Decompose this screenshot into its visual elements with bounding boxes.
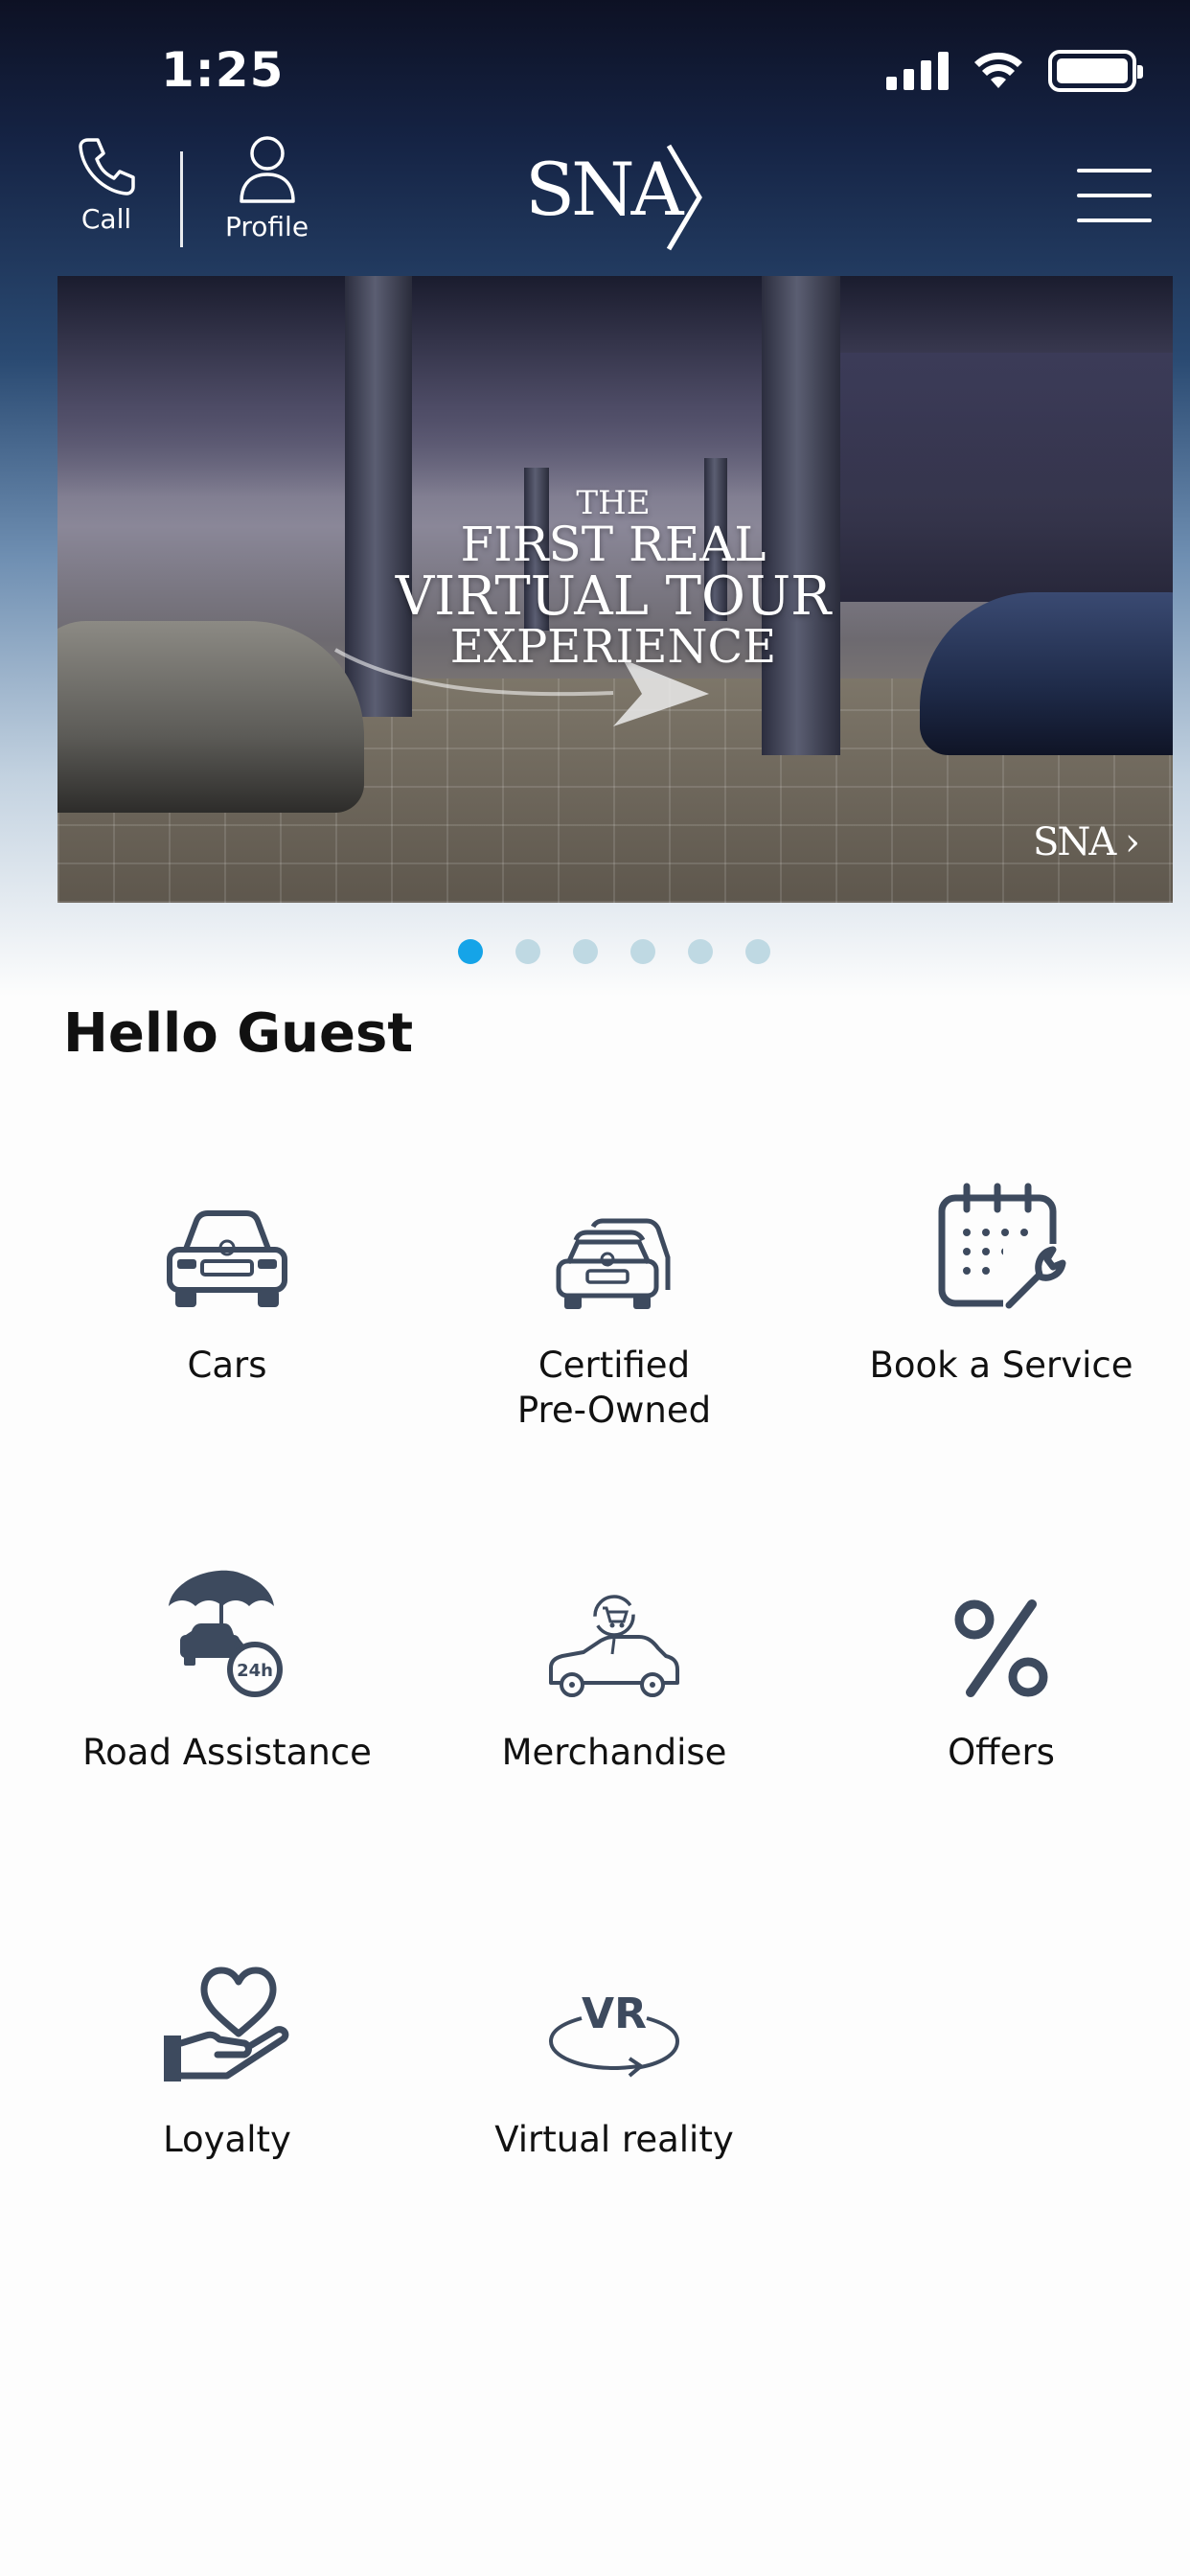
car-cart-icon — [549, 1595, 679, 1697]
tile-label: Virtual reality — [494, 2119, 734, 2160]
tile-label: Book a Service — [869, 1345, 1133, 1386]
tile-virtual-reality[interactable]: VR Virtual reality — [442, 1942, 787, 2163]
banner-line-1: THE — [576, 484, 651, 522]
tile-label: Merchandise — [501, 1732, 727, 1773]
status-time: 1:25 — [161, 42, 285, 98]
banner-line-2: FIRST REAL — [460, 516, 767, 572]
call-button[interactable]: Call — [75, 134, 138, 235]
cellular-signal-icon — [886, 52, 949, 90]
heart-hand-icon — [164, 1966, 289, 2082]
tile-label: Certified Pre-Owned — [516, 1345, 712, 1431]
header-divider — [180, 151, 183, 247]
vr-icon-text: VR — [582, 1990, 647, 2038]
banner-glass-wall — [795, 353, 1173, 602]
tile-label: Cars — [187, 1345, 267, 1386]
logo-chevron-icon — [666, 144, 702, 251]
tile-cars[interactable]: Cars — [55, 1167, 400, 1389]
svg-text:24h: 24h — [237, 1661, 273, 1681]
cars-stack-icon — [556, 1218, 671, 1309]
profile-label: Profile — [225, 211, 309, 242]
banner-logo-chevron-icon: › — [1125, 820, 1140, 864]
carousel-dot[interactable] — [573, 939, 598, 964]
tile-label: Loyalty — [163, 2119, 291, 2160]
promo-banner[interactable]: THE FIRST REAL VIRTUAL TOUR EXPERIENCE S… — [57, 276, 1173, 903]
menu-line — [1077, 194, 1152, 197]
banner-logo-text: SNA — [1033, 820, 1116, 864]
tile-offers[interactable]: Offers — [829, 1554, 1174, 1776]
banner-line-4: EXPERIENCE — [449, 619, 777, 674]
call-label: Call — [80, 203, 132, 235]
tile-loyalty[interactable]: Loyalty — [55, 1942, 400, 2163]
tile-road-assistance[interactable]: 24h Road Assistance — [55, 1554, 400, 1776]
carousel-pagination — [458, 939, 770, 964]
banner-car-left — [57, 621, 364, 813]
tile-label: Offers — [948, 1732, 1055, 1773]
tile-book-a-service[interactable]: Book a Service — [829, 1167, 1174, 1389]
header-actions: Call Profile — [75, 134, 309, 247]
tile-merchandise[interactable]: Merchandise — [442, 1554, 787, 1776]
brand-logo[interactable]: SNA — [525, 142, 707, 253]
carousel-dot[interactable] — [515, 939, 540, 964]
banner-line-3: VIRTUAL TOUR — [395, 564, 832, 628]
umbrella-car-24h-icon: 24h — [169, 1570, 283, 1697]
carousel-dot[interactable] — [745, 939, 770, 964]
menu-line — [1077, 218, 1152, 222]
carousel-dot[interactable] — [630, 939, 655, 964]
status-icons — [886, 50, 1143, 92]
phone-icon — [79, 138, 135, 196]
banner-logo: SNA › — [1033, 820, 1140, 864]
tile-certified-pre-owned[interactable]: Certified Pre-Owned — [442, 1167, 787, 1434]
greeting-title: Hello Guest — [63, 1002, 414, 1065]
tile-label: Road Assistance — [82, 1732, 372, 1773]
profile-button[interactable]: Profile — [225, 134, 309, 242]
menu-line — [1077, 169, 1152, 172]
carousel-dot[interactable] — [688, 939, 713, 964]
calendar-wrench-icon — [938, 1183, 1066, 1311]
hamburger-menu-button[interactable] — [1077, 169, 1152, 222]
battery-icon — [1048, 50, 1143, 92]
user-icon — [239, 136, 295, 203]
car-icon — [167, 1210, 287, 1307]
percent-icon — [954, 1599, 1048, 1697]
wifi-icon — [974, 52, 1022, 88]
banner-headline: THE FIRST REAL VIRTUAL TOUR EXPERIENCE — [383, 487, 843, 671]
vr-icon: VR — [548, 1990, 680, 2078]
carousel-dot[interactable] — [458, 939, 483, 964]
banner-car-right — [920, 592, 1173, 755]
